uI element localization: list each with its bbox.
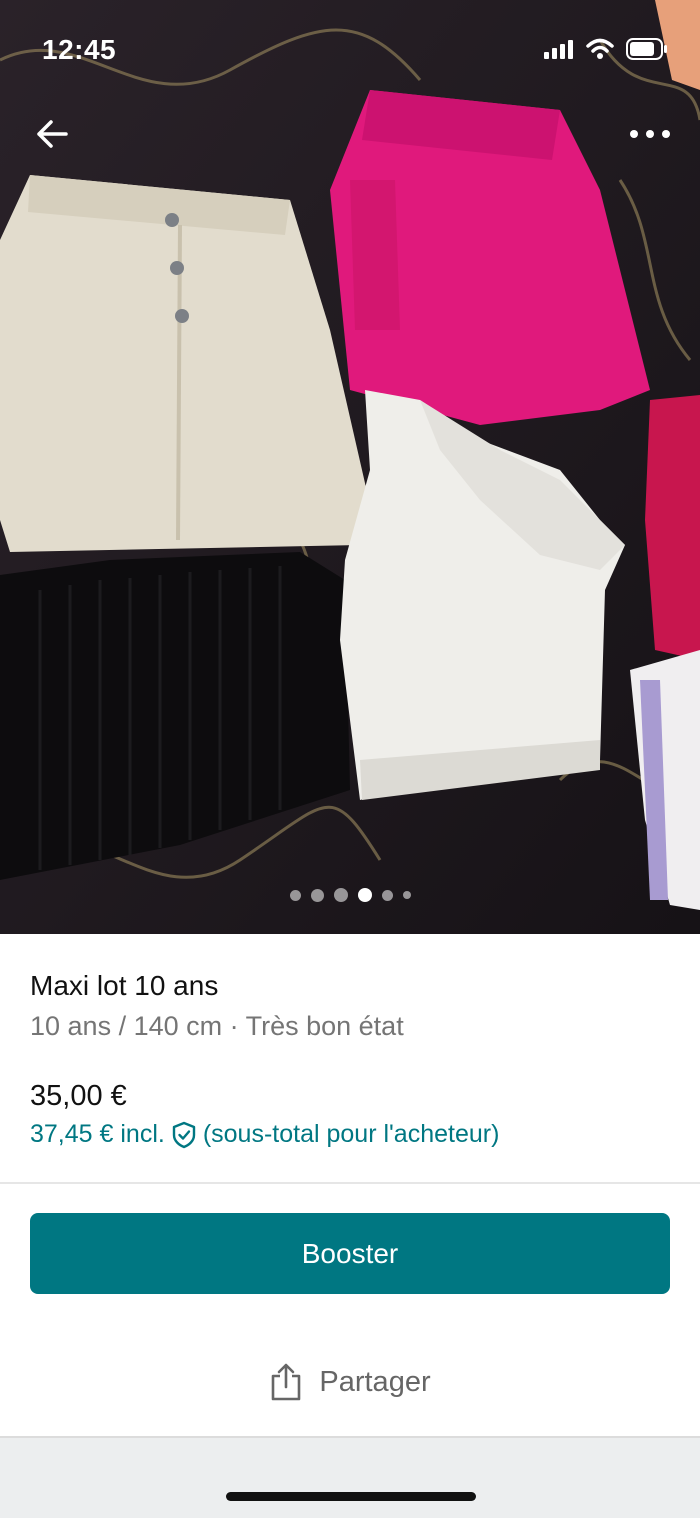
shield-check-icon (172, 1121, 196, 1148)
share-icon (272, 1363, 301, 1401)
share-label: Partager (319, 1365, 431, 1398)
product-photo[interactable]: 12:45 (0, 0, 700, 934)
divider (0, 1182, 700, 1184)
wifi-icon (586, 38, 614, 59)
status-time: 12:45 (42, 34, 117, 65)
booster-button[interactable]: Booster (30, 1213, 670, 1294)
carousel-dot[interactable] (289, 889, 301, 901)
item-title: Maxi lot 10 ans (30, 970, 219, 1001)
item-subtitle: 10 ans / 140 cm · Très bon état (30, 1011, 404, 1041)
carousel-dot-active[interactable] (357, 888, 372, 902)
price-incl-note: (sous-total pour l'acheteur) (202, 1120, 500, 1148)
share-button[interactable]: Partager (0, 1352, 700, 1412)
carousel-dot[interactable] (310, 888, 324, 902)
status-bar: 12:45 (0, 0, 700, 100)
product-image (0, 0, 700, 934)
more-options-button[interactable] (622, 110, 678, 158)
battery-icon (626, 38, 667, 60)
item-price: 35,00 € (30, 1080, 127, 1112)
price-incl: 37,45 € incl. (30, 1120, 165, 1148)
signal-icon (544, 40, 573, 59)
carousel-dots[interactable] (0, 888, 700, 902)
item-info: Maxi lot 10 ans 10 ans / 140 cm · Très b… (0, 934, 700, 1182)
buyer-protection-price[interactable]: 37,45 € incl. (sous-total pour l'acheteu… (30, 1120, 499, 1149)
carousel-dot[interactable] (381, 889, 393, 901)
carousel-dot[interactable] (402, 891, 411, 899)
status-icons (544, 38, 668, 60)
back-arrow-icon (37, 120, 68, 148)
home-indicator[interactable] (226, 1492, 476, 1501)
back-button[interactable] (28, 110, 76, 158)
bottom-area (0, 1436, 700, 1518)
bottom-separator (0, 1436, 700, 1438)
carousel-dot[interactable] (333, 888, 348, 902)
more-options-icon (630, 130, 670, 138)
